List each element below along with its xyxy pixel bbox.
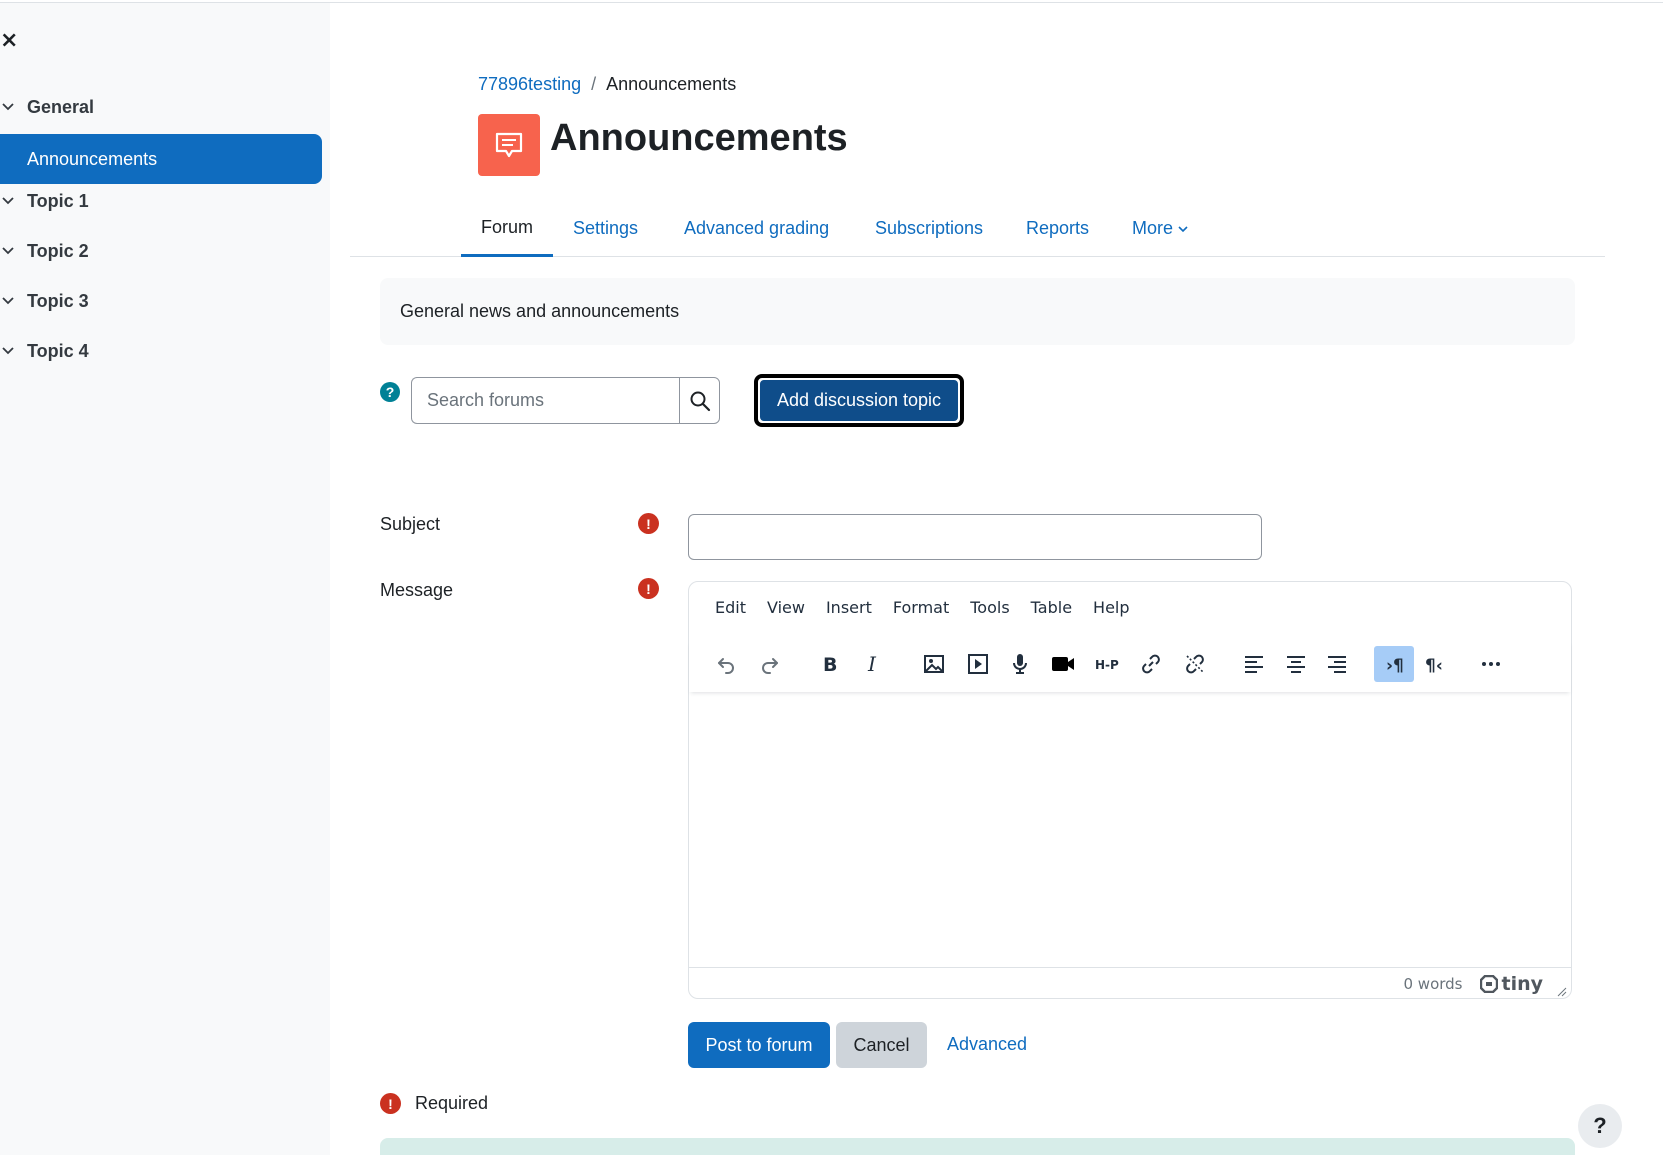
svg-text:¶‹: ¶‹ [1425, 656, 1443, 676]
align-center-icon[interactable] [1276, 646, 1316, 682]
media-icon[interactable] [958, 646, 998, 682]
chevron-down-icon[interactable] [0, 193, 16, 209]
align-left-icon[interactable] [1234, 646, 1274, 682]
tiny-logo[interactable]: tiny [1480, 973, 1543, 995]
secondary-navigation: Forum Settings Advanced grading Subscrip… [350, 200, 1605, 257]
tiny-brand-label: tiny [1501, 973, 1543, 995]
search-button[interactable] [679, 377, 720, 424]
svg-text:I: I [867, 652, 877, 676]
forum-activity-icon [478, 114, 540, 176]
add-discussion-button[interactable]: Add discussion topic [760, 380, 958, 421]
menu-edit[interactable]: Edit [715, 598, 746, 617]
menu-table[interactable]: Table [1031, 598, 1072, 617]
chevron-down-icon[interactable] [0, 243, 16, 259]
tab-advanced-grading[interactable]: Advanced grading [684, 200, 829, 257]
editor-menubar: Edit View Insert Format Tools Table Help [689, 582, 1571, 632]
course-index-item-announcements[interactable]: Announcements [0, 134, 322, 184]
required-icon: ! [638, 578, 659, 599]
link-icon[interactable] [1131, 646, 1171, 682]
tab-more-label: More [1132, 218, 1174, 238]
footer-help-button[interactable]: ? [1578, 1104, 1622, 1148]
editor-toolbar: B I H-P ›¶ ¶‹ [689, 640, 1571, 692]
menu-format[interactable]: Format [893, 598, 949, 617]
tab-reports[interactable]: Reports [1026, 200, 1089, 257]
help-icon[interactable]: ? [380, 382, 400, 402]
search-icon [689, 390, 711, 412]
rich-text-editor: Edit View Insert Format Tools Table Help… [688, 581, 1572, 999]
breadcrumb-current: Announcements [606, 74, 737, 94]
forum-intro: General news and announcements [380, 278, 1575, 345]
section-label: Topic 3 [27, 290, 89, 311]
section-label: Topic 4 [27, 340, 89, 361]
ltr-icon[interactable]: ›¶ [1374, 646, 1414, 682]
message-label: Message [380, 580, 454, 600]
chevron-down-icon [1177, 223, 1189, 235]
chevron-down-icon[interactable] [0, 293, 16, 309]
tab-settings[interactable]: Settings [573, 200, 638, 257]
align-right-icon[interactable] [1317, 646, 1357, 682]
section-label: Topic 2 [27, 240, 89, 261]
required-label: Required [415, 1093, 489, 1113]
redo-icon[interactable] [750, 646, 790, 682]
undo-icon[interactable] [706, 646, 746, 682]
search-forums [411, 377, 720, 424]
subject-label: Subject [380, 514, 441, 534]
record-video-icon[interactable] [1043, 646, 1083, 682]
menu-help[interactable]: Help [1093, 598, 1129, 617]
breadcrumb-separator: / [591, 74, 597, 94]
menu-view[interactable]: View [767, 598, 805, 617]
word-count[interactable]: 0 words [1403, 975, 1462, 993]
editor-statusbar: 0 words tiny [689, 968, 1571, 1000]
more-icon[interactable] [1471, 646, 1511, 682]
unlink-icon[interactable] [1175, 646, 1215, 682]
tab-forum[interactable]: Forum [461, 200, 554, 257]
breadcrumb-course-link[interactable]: 77896testing [478, 74, 581, 95]
required-icon: ! [380, 1093, 401, 1114]
advanced-link[interactable]: Advanced [947, 1034, 1027, 1055]
chevron-down-icon[interactable] [0, 99, 16, 115]
tiny-logo-icon [1480, 975, 1499, 993]
h5p-icon[interactable]: H-P [1087, 646, 1127, 682]
tab-more[interactable]: More [1132, 200, 1189, 257]
search-input[interactable] [411, 377, 679, 424]
image-icon[interactable] [914, 646, 954, 682]
bold-icon[interactable]: B [809, 646, 849, 682]
page-title: Announcements [550, 117, 848, 159]
section-label: General [27, 96, 95, 117]
cancel-button[interactable]: Cancel [836, 1022, 927, 1068]
required-legend: ! Required [380, 1093, 488, 1114]
section-label: Topic 1 [27, 190, 89, 211]
add-discussion-focus-ring: Add discussion topic [754, 374, 964, 427]
menu-tools[interactable]: Tools [970, 598, 1009, 617]
section-topic-1[interactable]: Topic 1 [0, 189, 89, 213]
section-topic-3[interactable]: Topic 3 [0, 289, 89, 313]
section-topic-2[interactable]: Topic 2 [0, 239, 89, 263]
close-drawer-icon[interactable]: × [0, 29, 20, 53]
resize-handle-icon[interactable] [1557, 984, 1567, 997]
section-general[interactable]: General [0, 95, 94, 119]
italic-icon[interactable]: I [852, 646, 892, 682]
required-icon: ! [638, 513, 659, 534]
svg-text:B: B [823, 654, 837, 676]
tab-subscriptions[interactable]: Subscriptions [875, 200, 983, 257]
svg-text:H-P: H-P [1095, 658, 1119, 672]
rtl-icon[interactable]: ¶‹ [1415, 646, 1455, 682]
subject-input[interactable] [688, 514, 1262, 560]
record-audio-icon[interactable] [1000, 646, 1040, 682]
editor-content-area[interactable] [689, 694, 1571, 968]
section-topic-4[interactable]: Topic 4 [0, 339, 89, 363]
svg-text:›¶: ›¶ [1386, 656, 1404, 676]
course-index-drawer: × General Announcements Topic 1 Topic 2 … [0, 3, 330, 1155]
discussion-list-notice [380, 1138, 1575, 1155]
breadcrumb: 77896testing / Announcements [478, 74, 736, 95]
menu-insert[interactable]: Insert [826, 598, 872, 617]
post-to-forum-button[interactable]: Post to forum [688, 1022, 830, 1068]
chevron-down-icon[interactable] [0, 343, 16, 359]
